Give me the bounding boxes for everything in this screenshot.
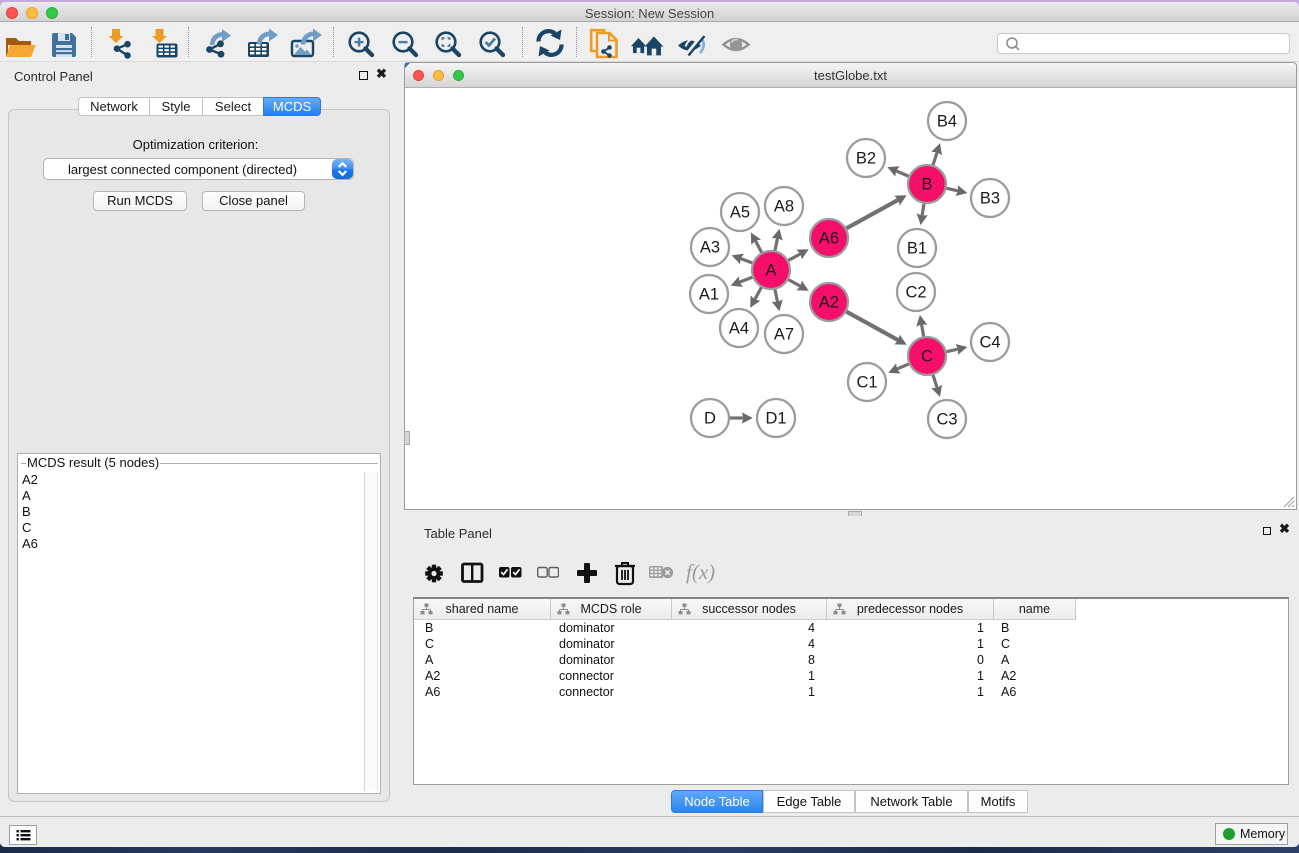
svg-text:B: B [921, 176, 932, 194]
svg-text:C2: C2 [905, 284, 926, 302]
svg-text:B1: B1 [907, 240, 927, 258]
svg-text:A: A [765, 262, 776, 280]
svg-text:C3: C3 [936, 411, 957, 429]
svg-text:A5: A5 [730, 204, 750, 222]
svg-text:A1: A1 [699, 286, 719, 304]
svg-text:B3: B3 [980, 190, 1000, 208]
svg-text:A8: A8 [774, 198, 794, 216]
svg-text:C1: C1 [856, 374, 877, 392]
svg-text:A3: A3 [700, 239, 720, 257]
svg-text:B4: B4 [937, 113, 957, 131]
svg-text:A7: A7 [774, 326, 794, 344]
svg-text:D1: D1 [765, 410, 786, 428]
svg-text:C: C [921, 348, 933, 366]
svg-text:C4: C4 [979, 334, 1000, 352]
svg-text:A4: A4 [729, 320, 749, 338]
svg-text:D: D [704, 410, 716, 428]
svg-text:A2: A2 [819, 294, 839, 312]
svg-text:B2: B2 [856, 150, 876, 168]
svg-text:A6: A6 [819, 230, 839, 248]
